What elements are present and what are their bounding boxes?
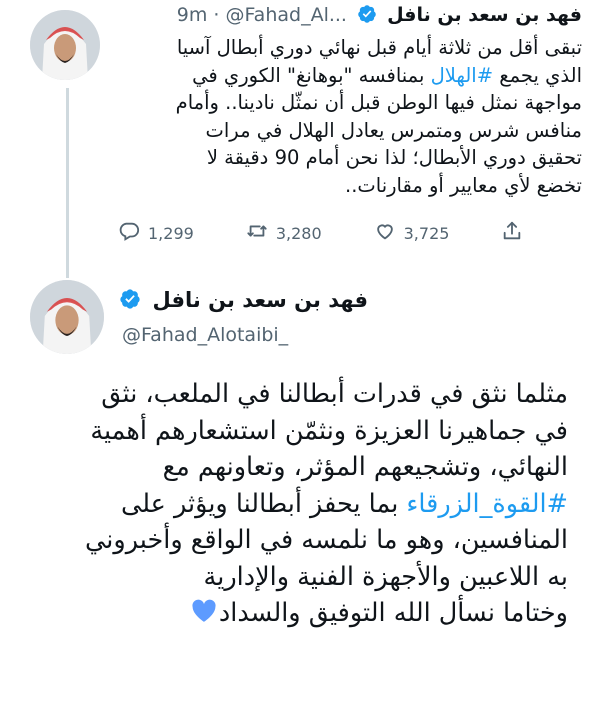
text-line: مواجهة نمثل فيها الوطن قبل أن نمثّل نادي…	[175, 91, 582, 114]
timestamp[interactable]: 9m	[177, 4, 208, 26]
text-line: مثلما نثق في قدرات أبطالنا في الملعب، نث…	[101, 379, 568, 409]
retweet-button[interactable]: 3,280	[246, 220, 322, 246]
text-line: تخضع لأي معايير أو مقارنات..	[345, 173, 582, 197]
tweet-2[interactable]: فهد بن سعد بن نافل @Fahad_Alotaibi_ مثلم…	[0, 272, 600, 723]
tweet-1-header: فهد بن سعد بن نافل @Fahad_Al... · 9m	[177, 2, 582, 31]
share-button[interactable]	[501, 220, 531, 246]
like-count: 3,725	[403, 223, 450, 243]
text-line: منافس شرس ومتمرس يعادل الهلال في مرات	[205, 118, 582, 142]
hashtag-link[interactable]: #القوة_الزرقاء	[406, 489, 568, 519]
reply-button[interactable]: 1,299	[118, 220, 194, 246]
tweet-1[interactable]: فهد بن سعد بن نافل @Fahad_Al... · 9m تبق…	[0, 0, 600, 278]
text-line: #القوة_الزرقاء بما يحفز أبطالنا ويؤثر عل…	[28, 486, 568, 523]
text-segment: بما يحفز أبطالنا ويؤثر على	[120, 488, 407, 519]
share-icon	[501, 220, 531, 246]
blue-heart-emoji	[191, 597, 217, 634]
like-icon	[374, 220, 404, 246]
avatar[interactable]	[30, 10, 100, 80]
display-name[interactable]: فهد بن سعد بن نافل	[153, 288, 368, 312]
text-line: به اللاعبين والأجهزة الفنية والإدارية	[203, 561, 568, 592]
avatar[interactable]	[30, 280, 104, 354]
reply-count: 1,299	[148, 223, 194, 243]
text-segment: الذي يجمع	[493, 63, 582, 87]
verified-badge-icon	[357, 4, 377, 31]
tweet-2-text: مثلما نثق في قدرات أبطالنا في الملعب، نث…	[28, 376, 568, 634]
text-line: تبقى أقل من ثلاثة أيام قبل نهائي دوري أب…	[176, 36, 582, 59]
retweet-count: 3,280	[275, 223, 322, 243]
text-line: النهائي، وتشجيعهم المؤثر، وتعاونهم مع	[162, 452, 568, 482]
text-segment: بمنافسه "بوهانغ" الكوري في	[192, 63, 431, 87]
text-line: المنافسين، وهو ما نلمسه في الواقع وأخبرو…	[85, 525, 568, 555]
text-line: وختاما نسأل الله التوفيق والسداد	[28, 595, 568, 634]
retweet-icon	[246, 220, 276, 246]
reply-icon	[118, 220, 148, 246]
hashtag-link[interactable]: #الهلال	[431, 64, 494, 87]
tweet-2-header: فهد بن سعد بن نافل	[115, 286, 368, 317]
verified-badge-icon	[119, 288, 141, 317]
text-line: الذي يجمع #الهلال بمنافسه "بوهانغ" الكور…	[128, 62, 582, 90]
text-line: في جماهيرنا العزيزة ونثمّن استشعارهم أهم…	[90, 415, 568, 446]
tweet-1-text: تبقى أقل من ثلاثة أيام قبل نهائي دوري أب…	[128, 34, 582, 199]
text-line: تحقيق دوري الأبطال؛ لذا نحن أمام 90 دقيق…	[206, 146, 582, 169]
display-name[interactable]: فهد بن سعد بن نافل	[387, 4, 582, 26]
like-button[interactable]: 3,725	[374, 220, 450, 246]
handle[interactable]: @Fahad_Alotaibi_	[122, 324, 288, 346]
text-segment: وختاما نسأل الله التوفيق والسداد	[218, 598, 568, 628]
handle[interactable]: @Fahad_Al...	[226, 4, 347, 26]
tweet-1-actions: 1,299 3,280 3,725	[118, 218, 531, 248]
thread-line	[66, 88, 69, 278]
separator: ·	[213, 4, 220, 26]
